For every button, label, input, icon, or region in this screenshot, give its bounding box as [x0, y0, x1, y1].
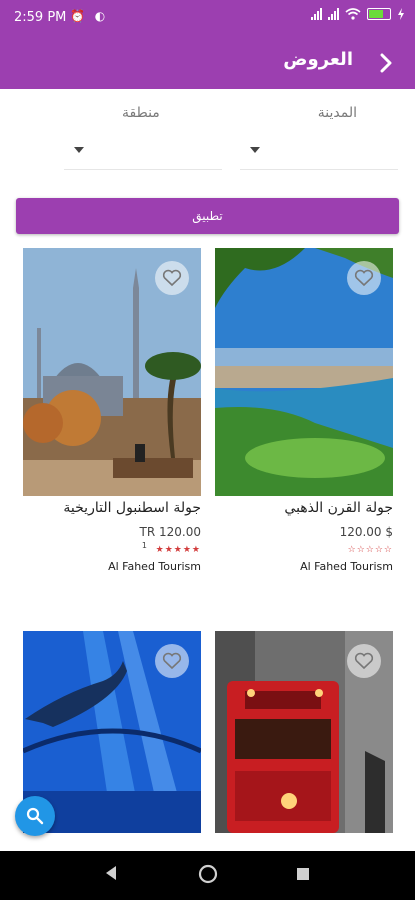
wifi-icon: [345, 8, 361, 20]
offer-company: Al Fahed Tourism: [108, 560, 201, 573]
signal-icon: [311, 8, 322, 20]
nav-home-icon[interactable]: [198, 864, 218, 884]
status-time: 2:59 PM: [14, 10, 67, 25]
chevron-down-icon: [74, 147, 84, 153]
charging-icon: [398, 8, 404, 20]
system-icons: [311, 8, 405, 20]
heart-icon: [162, 269, 182, 287]
city-label: المدينة: [317, 105, 357, 121]
offer-company: Al Fahed Tourism: [300, 560, 393, 573]
chevron-down-icon: [250, 147, 260, 153]
nav-recents-icon[interactable]: [296, 867, 310, 881]
rating-stars: ☆☆☆☆☆: [347, 545, 393, 555]
signal-icon-2: [328, 8, 339, 20]
app-bar: العروض: [0, 36, 415, 89]
nav-back-icon[interactable]: [104, 865, 118, 881]
heart-icon: [162, 652, 182, 670]
offer-card[interactable]: [215, 631, 393, 833]
page-title: العروض: [283, 49, 353, 70]
status-bar: 2:59 PM ⏰ ◐: [0, 0, 415, 36]
filter-panel: المدينة منطقة: [0, 89, 415, 189]
offer-image-tram[interactable]: [215, 631, 393, 833]
offer-price: 120.00 $: [339, 525, 393, 539]
favorite-button[interactable]: [347, 261, 381, 295]
notification-icons: ⏰ ◐: [70, 9, 109, 23]
heart-icon: [354, 652, 374, 670]
offer-image-historic-istanbul[interactable]: [23, 248, 201, 496]
region-label: منطقة: [122, 105, 160, 121]
system-nav-bar: [0, 851, 415, 900]
heart-icon: [354, 269, 374, 287]
favorite-button[interactable]: [155, 644, 189, 678]
chevron-right-icon[interactable]: [379, 52, 393, 74]
offer-card[interactable]: جولة اسطنبول التاريخية TR 120.00 ★★★★★ 1…: [23, 248, 201, 573]
offer-price: TR 120.00: [139, 525, 201, 539]
offer-title: جولة القرن الذهبي: [284, 500, 393, 516]
favorite-button[interactable]: [347, 644, 381, 678]
search-button[interactable]: [15, 796, 55, 836]
offer-image-golden-horn[interactable]: [215, 248, 393, 496]
rating-count: 1: [141, 541, 147, 550]
battery-icon: [367, 8, 391, 20]
favorite-button[interactable]: [155, 261, 189, 295]
region-dropdown[interactable]: [64, 133, 222, 170]
city-dropdown[interactable]: [240, 133, 398, 170]
apply-button[interactable]: تطبيق: [16, 198, 399, 234]
offer-card[interactable]: جولة القرن الذهبي 120.00 $ ☆☆☆☆☆ Al Fahe…: [215, 248, 393, 573]
rating-stars: ★★★★★: [155, 545, 201, 555]
search-icon: [26, 807, 44, 825]
offer-title: جولة اسطنبول التاريخية: [63, 500, 201, 516]
